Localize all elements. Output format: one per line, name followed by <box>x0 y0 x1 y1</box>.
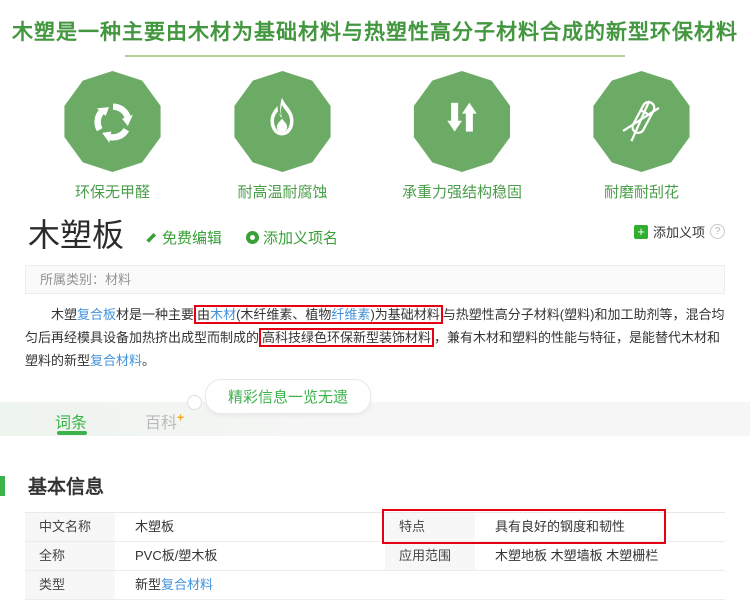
inline-link[interactable]: 复合材料 <box>90 353 142 368</box>
info-value: PVC板/塑木板 <box>115 542 385 570</box>
no-scratch-icon <box>593 71 690 172</box>
info-value <box>475 571 725 599</box>
inline-link[interactable]: 木材 <box>210 307 236 322</box>
feature-label: 环保无甲醛 <box>74 184 150 201</box>
plus-icon: + <box>633 224 648 239</box>
feature-item: 环保无甲醛 <box>62 71 163 202</box>
summary-text: PVC板/塑木板 <box>135 548 218 564</box>
active-tab-underline <box>57 431 87 436</box>
summary-text: (木纤维素、植物 <box>236 307 332 323</box>
info-label: 中文名称 <box>25 513 115 542</box>
tab-entry[interactable]: 词条 <box>55 409 87 433</box>
table-row: 中文名称 木塑板 特点 具有良好的钢度和韧性 <box>25 513 725 543</box>
summary-text: 高科技绿色环保新型装饰材料 <box>262 330 432 346</box>
feature-item: 耐磨耐刮花 <box>591 71 692 202</box>
tab-label: 百科 <box>145 415 178 433</box>
summary-text: 木塑 <box>51 307 78 323</box>
plus-superscript: + <box>177 410 185 425</box>
feature-item: 耐高温耐腐蚀 <box>232 71 333 202</box>
promo-zone: 词条 百科+ 精彩信息一览无遗 <box>0 377 750 441</box>
free-edit-label: 免费编辑 <box>162 230 223 248</box>
free-edit-link[interactable]: 免费编辑 <box>144 227 222 248</box>
highlight-box: 高科技绿色环保新型装饰材料 <box>259 328 435 348</box>
highlight-box: 由木材(木纤维素、植物纤维素)为基础材料 <box>194 305 443 325</box>
alias-badge-icon <box>246 231 260 245</box>
add-meaning-link[interactable]: + 添加义项 ? <box>633 222 725 241</box>
feature-label: 承重力强结构稳固 <box>401 184 522 201</box>
info-label: 全称 <box>25 542 115 571</box>
entry-links: 免费编辑 添加义项名 <box>144 227 338 248</box>
summary-text: 材是一种主要 <box>116 307 195 323</box>
summary-text: 具有良好的钢度和韧性 <box>495 519 626 535</box>
pencil-icon <box>144 231 158 245</box>
section-accent-bar <box>0 475 5 496</box>
summary-text: 。 <box>142 353 156 369</box>
summary-text: 由 <box>197 307 211 323</box>
basic-info-header: 基本信息 <box>0 472 750 499</box>
flame-icon <box>234 71 331 172</box>
add-alias-label: 添加义项名 <box>263 230 339 248</box>
table-row: 类型 新型复合材料 <box>25 571 725 601</box>
tab-bar: 词条 百科+ <box>0 402 750 437</box>
basic-info-table: 中文名称 木塑板 特点 具有良好的钢度和韧性全称 PVC板/塑木板 应用范围 木塑地板 木塑… <box>25 509 725 601</box>
feature-item: 承重力强结构稳固 <box>402 71 522 202</box>
tab-label: 词条 <box>55 415 88 433</box>
info-label <box>385 571 475 599</box>
inline-link[interactable]: 复合材料 <box>161 577 213 592</box>
inline-link[interactable]: 复合板 <box>77 307 116 322</box>
info-value: 木塑板 <box>115 513 385 541</box>
arrows-icon <box>413 71 511 172</box>
top-banner: 木塑是一种主要由木材为基础材料与热塑性高分子材料合成的新型环保材料 <box>0 0 750 57</box>
page-title: 木塑板 <box>28 217 125 253</box>
inline-link[interactable]: 纤维素 <box>331 307 370 322</box>
info-value: 新型复合材料 <box>115 571 385 599</box>
summary-paragraph: 木塑复合板材是一种主要 由木材(木纤维素、植物纤维素)为基础材料 与热塑性高分子材料… <box>25 303 725 372</box>
summary-text: 新型 <box>135 577 162 593</box>
info-value: 木塑地板 木塑墙板 木塑栅栏 <box>475 542 725 570</box>
table-row: 全称 PVC板/塑木板 应用范围 木塑地板 木塑墙板 木塑栅栏 <box>25 542 725 572</box>
info-label: 应用范围 <box>385 542 475 571</box>
info-label: 特点 <box>385 513 475 542</box>
feature-label: 耐磨耐刮花 <box>603 184 679 201</box>
tab-baike[interactable]: 百科+ <box>145 409 184 433</box>
info-label: 类型 <box>25 571 115 600</box>
add-alias-link[interactable]: 添加义项名 <box>246 227 338 248</box>
category-bar: 所属类别：材料 <box>25 265 725 295</box>
section-title: 基本信息 <box>28 477 105 499</box>
summary-text: 木塑板 <box>135 519 175 535</box>
entry-header: 木塑板 免费编辑 添加义项名 + 添加义项 ? <box>0 202 750 253</box>
banner-title: 木塑是一种主要由木材为基础材料与热塑性高分子材料合成的新型环保材料 <box>12 21 738 44</box>
feature-label: 耐高温耐腐蚀 <box>237 184 328 201</box>
summary-text: )为基础材料 <box>370 307 440 323</box>
info-value: 具有良好的钢度和韧性 <box>475 513 725 541</box>
feature-row: 环保无甲醛 耐高温耐腐蚀 承重力强结构稳固 耐磨耐刮花 <box>0 57 750 202</box>
promo-bubble[interactable]: 精彩信息一览无遗 <box>205 379 372 415</box>
recycle-icon <box>64 71 161 172</box>
summary-text: 木塑地板 木塑墙板 木塑栅栏 <box>495 548 659 564</box>
add-meaning-label: 添加义项 <box>652 225 705 240</box>
question-mark-icon[interactable]: ? <box>710 224 725 239</box>
